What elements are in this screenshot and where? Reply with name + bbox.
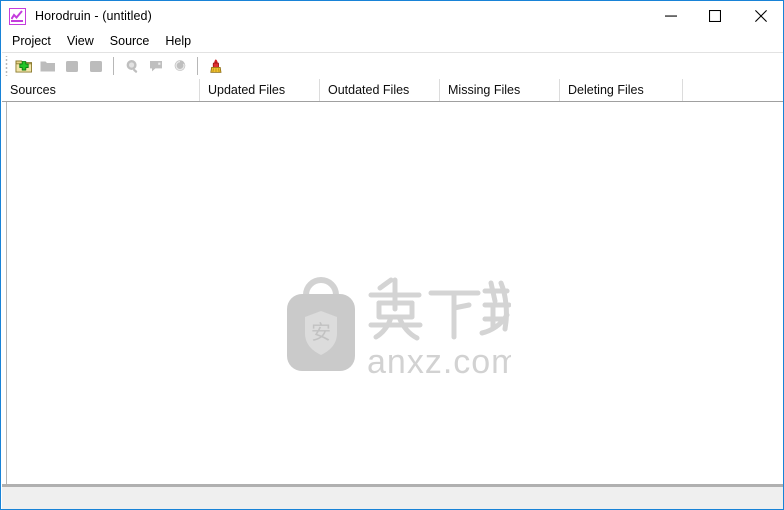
speech-bubble-icon [149, 61, 162, 72]
column-header-updated-files[interactable]: Updated Files [200, 79, 320, 101]
add-source-button[interactable] [12, 55, 35, 78]
refresh-button[interactable] [168, 55, 191, 78]
application-window: Horodruin - (untitled) Project View Sour… [0, 0, 784, 510]
minimize-button[interactable] [648, 1, 694, 31]
sources-list-view[interactable]: Sources Updated Files Outdated Files Mis… [2, 79, 783, 484]
folder-add-icon [15, 60, 32, 73]
page-remove-icon [89, 61, 102, 72]
open-folder-button[interactable] [36, 55, 59, 78]
column-header-deleting-files[interactable]: Deleting Files [560, 79, 683, 101]
minimize-icon [665, 15, 677, 17]
clean-button[interactable] [204, 55, 227, 78]
scan-button[interactable] [120, 55, 143, 78]
close-button[interactable] [738, 1, 783, 31]
list-left-rail [2, 102, 7, 484]
toolbar-separator [113, 57, 114, 75]
list-body[interactable] [2, 102, 783, 484]
menu-item-view[interactable]: View [59, 32, 102, 51]
chart-app-icon [9, 7, 26, 25]
page-icon [65, 61, 78, 72]
magnifier-icon [126, 60, 137, 73]
remove-source-button[interactable] [84, 55, 107, 78]
column-header-outdated-files[interactable]: Outdated Files [320, 79, 440, 101]
edit-source-button[interactable] [60, 55, 83, 78]
maximize-icon [709, 10, 721, 22]
status-area [2, 487, 783, 509]
menu-item-project[interactable]: Project [4, 32, 59, 51]
menu-item-source[interactable]: Source [102, 32, 158, 51]
list-header-row: Sources Updated Files Outdated Files Mis… [2, 79, 783, 102]
toolbar-separator [197, 57, 198, 75]
toolbar-grip-handle[interactable] [4, 56, 11, 76]
refresh-circle-icon [174, 60, 185, 71]
toolbar [2, 53, 783, 80]
title-bar: Horodruin - (untitled) [1, 1, 783, 31]
window-title: Horodruin - (untitled) [35, 9, 152, 23]
menu-bar: Project View Source Help [2, 31, 783, 53]
report-button[interactable] [144, 55, 167, 78]
close-icon [754, 10, 767, 22]
column-header-filler [683, 79, 783, 101]
column-header-missing-files[interactable]: Missing Files [440, 79, 560, 101]
brush-icon [209, 58, 221, 73]
column-header-sources[interactable]: Sources [2, 79, 200, 101]
folder-icon [40, 61, 55, 72]
menu-item-help[interactable]: Help [157, 32, 199, 51]
maximize-button[interactable] [692, 1, 738, 31]
